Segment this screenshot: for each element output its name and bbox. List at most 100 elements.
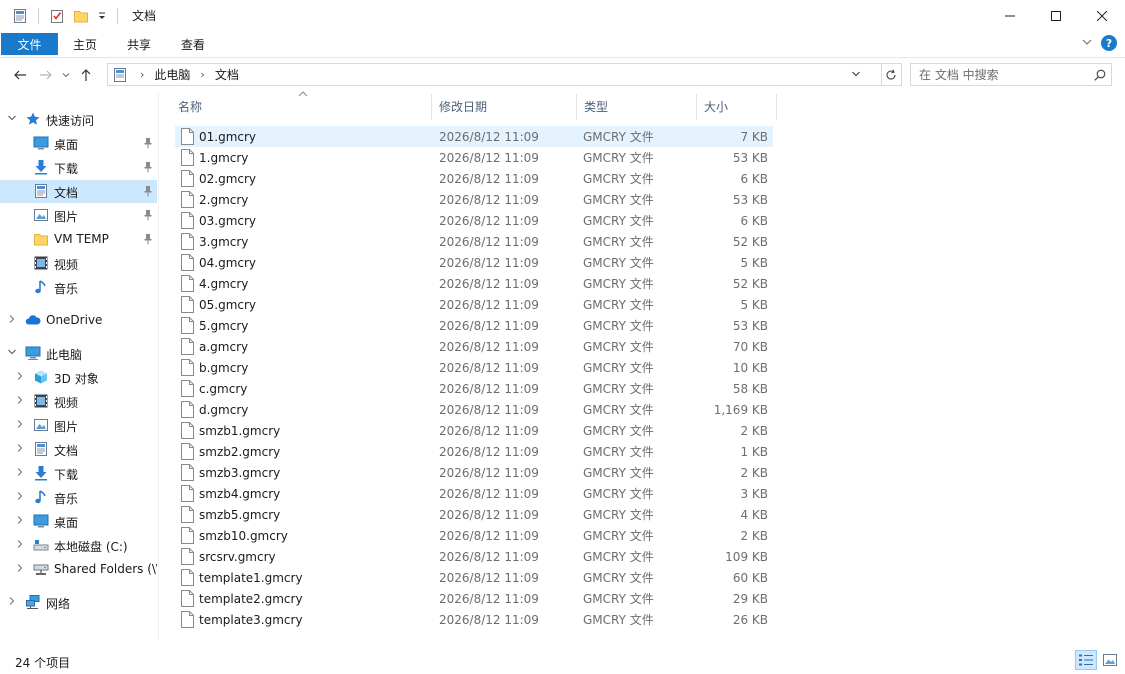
sidebar-item[interactable]: 桌面 bbox=[0, 510, 157, 533]
breadcrumb-documents[interactable]: 文档 bbox=[211, 66, 243, 83]
chevron-right-icon[interactable] bbox=[6, 314, 18, 327]
ribbon-tabs: 文件 主页 共享 查看 ? bbox=[0, 31, 1125, 58]
file-row[interactable]: 02.gmcry 2026/8/12 11:09 GMCRY 文件 6 KB bbox=[175, 168, 773, 189]
file-row[interactable]: smzb4.gmcry 2026/8/12 11:09 GMCRY 文件 3 KB bbox=[175, 483, 773, 504]
file-row[interactable]: smzb1.gmcry 2026/8/12 11:09 GMCRY 文件 2 KB bbox=[175, 420, 773, 441]
file-row[interactable]: 4.gmcry 2026/8/12 11:09 GMCRY 文件 52 KB bbox=[175, 273, 773, 294]
tab-home[interactable]: 主页 bbox=[58, 33, 112, 55]
file-row[interactable]: smzb2.gmcry 2026/8/12 11:09 GMCRY 文件 1 KB bbox=[175, 441, 773, 462]
file-row[interactable]: 04.gmcry 2026/8/12 11:09 GMCRY 文件 5 KB bbox=[175, 252, 773, 273]
sidebar-item[interactable]: 下载 bbox=[0, 156, 157, 179]
onedrive-icon bbox=[25, 312, 41, 328]
column-divider[interactable] bbox=[776, 94, 777, 120]
sidebar-item[interactable]: Shared Folders (\\ bbox=[0, 558, 157, 581]
file-row[interactable]: 05.gmcry 2026/8/12 11:09 GMCRY 文件 5 KB bbox=[175, 294, 773, 315]
address-bar[interactable]: › 此电脑 › 文档 bbox=[107, 63, 882, 86]
sidebar-item[interactable]: 此电脑 bbox=[0, 342, 157, 365]
tab-share[interactable]: 共享 bbox=[112, 33, 166, 55]
sidebar-item[interactable]: 网络 bbox=[0, 591, 157, 614]
file-row[interactable]: template2.gmcry 2026/8/12 11:09 GMCRY 文件 29… bbox=[175, 588, 773, 609]
chevron-right-icon[interactable] bbox=[14, 467, 26, 480]
sidebar-item[interactable]: 音乐 bbox=[0, 276, 157, 299]
sidebar-item[interactable]: 本地磁盘 (C:) bbox=[0, 534, 157, 557]
column-header-size[interactable]: 大小 bbox=[696, 92, 776, 120]
tab-file[interactable]: 文件 bbox=[1, 33, 58, 55]
file-row[interactable]: 01.gmcry 2026/8/12 11:09 GMCRY 文件 7 KB bbox=[175, 126, 773, 147]
sidebar-item[interactable]: 图片 bbox=[0, 414, 157, 437]
up-button[interactable] bbox=[73, 63, 99, 87]
file-date: 2026/8/12 11:09 bbox=[439, 150, 539, 165]
file-row[interactable]: a.gmcry 2026/8/12 11:09 GMCRY 文件 70 KB bbox=[175, 336, 773, 357]
search-box[interactable] bbox=[910, 63, 1112, 86]
file-row[interactable]: template1.gmcry 2026/8/12 11:09 GMCRY 文件 60… bbox=[175, 567, 773, 588]
file-row[interactable]: 2.gmcry 2026/8/12 11:09 GMCRY 文件 53 KB bbox=[175, 189, 773, 210]
search-icon[interactable] bbox=[1089, 69, 1111, 81]
new-folder-icon[interactable] bbox=[73, 8, 89, 24]
sidebar-item[interactable]: 桌面 bbox=[0, 132, 157, 155]
column-header-name[interactable]: 名称 bbox=[170, 91, 431, 120]
chevron-right-icon[interactable] bbox=[14, 563, 26, 576]
chevron-right-icon[interactable] bbox=[14, 371, 26, 384]
navigation-pane[interactable]: 快速访问 桌面 下载 文档 图片 VM TEMP 视频 音乐 OneDrive 此电脑 3D 对象视… bbox=[0, 92, 160, 640]
sidebar-item[interactable]: 文档 bbox=[0, 438, 157, 461]
chevron-right-icon[interactable] bbox=[6, 596, 18, 609]
sidebar-item[interactable]: 下载 bbox=[0, 462, 157, 485]
close-button[interactable] bbox=[1079, 0, 1125, 31]
file-row[interactable]: 5.gmcry 2026/8/12 11:09 GMCRY 文件 53 KB bbox=[175, 315, 773, 336]
chevron-right-icon[interactable] bbox=[14, 395, 26, 408]
refresh-button[interactable] bbox=[880, 63, 902, 86]
address-history-dropdown[interactable] bbox=[851, 66, 861, 85]
sidebar-item-label: 网络 bbox=[46, 597, 71, 611]
chevron-right-icon[interactable] bbox=[14, 443, 26, 456]
file-row[interactable]: 03.gmcry 2026/8/12 11:09 GMCRY 文件 6 KB bbox=[175, 210, 773, 231]
minimize-button[interactable] bbox=[987, 0, 1033, 31]
file-name: smzb4.gmcry bbox=[199, 486, 281, 501]
chevron-right-icon[interactable] bbox=[14, 419, 26, 432]
file-row[interactable]: 1.gmcry 2026/8/12 11:09 GMCRY 文件 53 KB bbox=[175, 147, 773, 168]
forward-button[interactable] bbox=[33, 63, 59, 87]
chevron-down-icon[interactable] bbox=[6, 113, 18, 126]
column-header-date[interactable]: 修改日期 bbox=[431, 92, 576, 120]
sidebar-item[interactable]: 视频 bbox=[0, 390, 157, 413]
document-app-icon[interactable] bbox=[12, 8, 28, 24]
large-icons-view-button[interactable] bbox=[1099, 650, 1121, 670]
file-row[interactable]: smzb10.gmcry 2026/8/12 11:09 GMCRY 文件 2 KB bbox=[175, 525, 773, 546]
sidebar-item[interactable]: 快速访问 bbox=[0, 108, 157, 131]
customize-toolbar-dropdown-icon[interactable] bbox=[97, 8, 107, 24]
file-row[interactable]: smzb5.gmcry 2026/8/12 11:09 GMCRY 文件 4 KB bbox=[175, 504, 773, 525]
breadcrumb-separator-icon[interactable]: › bbox=[194, 68, 210, 81]
chevron-right-icon[interactable] bbox=[14, 515, 26, 528]
sidebar-item[interactable]: VM TEMP bbox=[0, 228, 157, 251]
properties-icon[interactable] bbox=[49, 8, 65, 24]
recent-locations-button[interactable] bbox=[59, 63, 73, 87]
details-view-button[interactable] bbox=[1075, 650, 1097, 670]
column-header-type[interactable]: 类型 bbox=[576, 92, 696, 120]
file-row[interactable]: c.gmcry 2026/8/12 11:09 GMCRY 文件 58 KB bbox=[175, 378, 773, 399]
maximize-button[interactable] bbox=[1033, 0, 1079, 31]
chevron-right-icon[interactable] bbox=[14, 491, 26, 504]
pane-splitter[interactable] bbox=[158, 92, 159, 640]
sidebar-item[interactable]: 3D 对象 bbox=[0, 366, 157, 389]
file-row[interactable]: smzb3.gmcry 2026/8/12 11:09 GMCRY 文件 2 KB bbox=[175, 462, 773, 483]
file-row[interactable]: d.gmcry 2026/8/12 11:09 GMCRY 文件 1,169 KB bbox=[175, 399, 773, 420]
tab-view[interactable]: 查看 bbox=[166, 33, 220, 55]
breadcrumb-this-pc[interactable]: 此电脑 bbox=[150, 66, 194, 83]
file-type: GMCRY 文件 bbox=[583, 508, 654, 522]
sidebar-item[interactable]: 音乐 bbox=[0, 486, 157, 509]
back-button[interactable] bbox=[7, 63, 33, 87]
sidebar-item[interactable]: 图片 bbox=[0, 204, 157, 227]
chevron-right-icon[interactable] bbox=[14, 539, 26, 552]
search-input[interactable] bbox=[911, 64, 1089, 85]
file-name: a.gmcry bbox=[199, 339, 249, 354]
help-button[interactable]: ? bbox=[1101, 35, 1117, 51]
file-row[interactable]: srcsrv.gmcry 2026/8/12 11:09 GMCRY 文件 109 K… bbox=[175, 546, 773, 567]
sidebar-item[interactable]: 文档 bbox=[0, 180, 157, 203]
file-row[interactable]: template3.gmcry 2026/8/12 11:09 GMCRY 文件 26… bbox=[175, 609, 773, 630]
breadcrumb-separator-icon[interactable]: › bbox=[134, 68, 150, 81]
chevron-down-icon[interactable] bbox=[6, 347, 18, 360]
file-row[interactable]: b.gmcry 2026/8/12 11:09 GMCRY 文件 10 KB bbox=[175, 357, 773, 378]
expand-ribbon-button[interactable] bbox=[1081, 36, 1093, 51]
file-row[interactable]: 3.gmcry 2026/8/12 11:09 GMCRY 文件 52 KB bbox=[175, 231, 773, 252]
sidebar-item[interactable]: 视频 bbox=[0, 252, 157, 275]
sidebar-item[interactable]: OneDrive bbox=[0, 309, 157, 332]
